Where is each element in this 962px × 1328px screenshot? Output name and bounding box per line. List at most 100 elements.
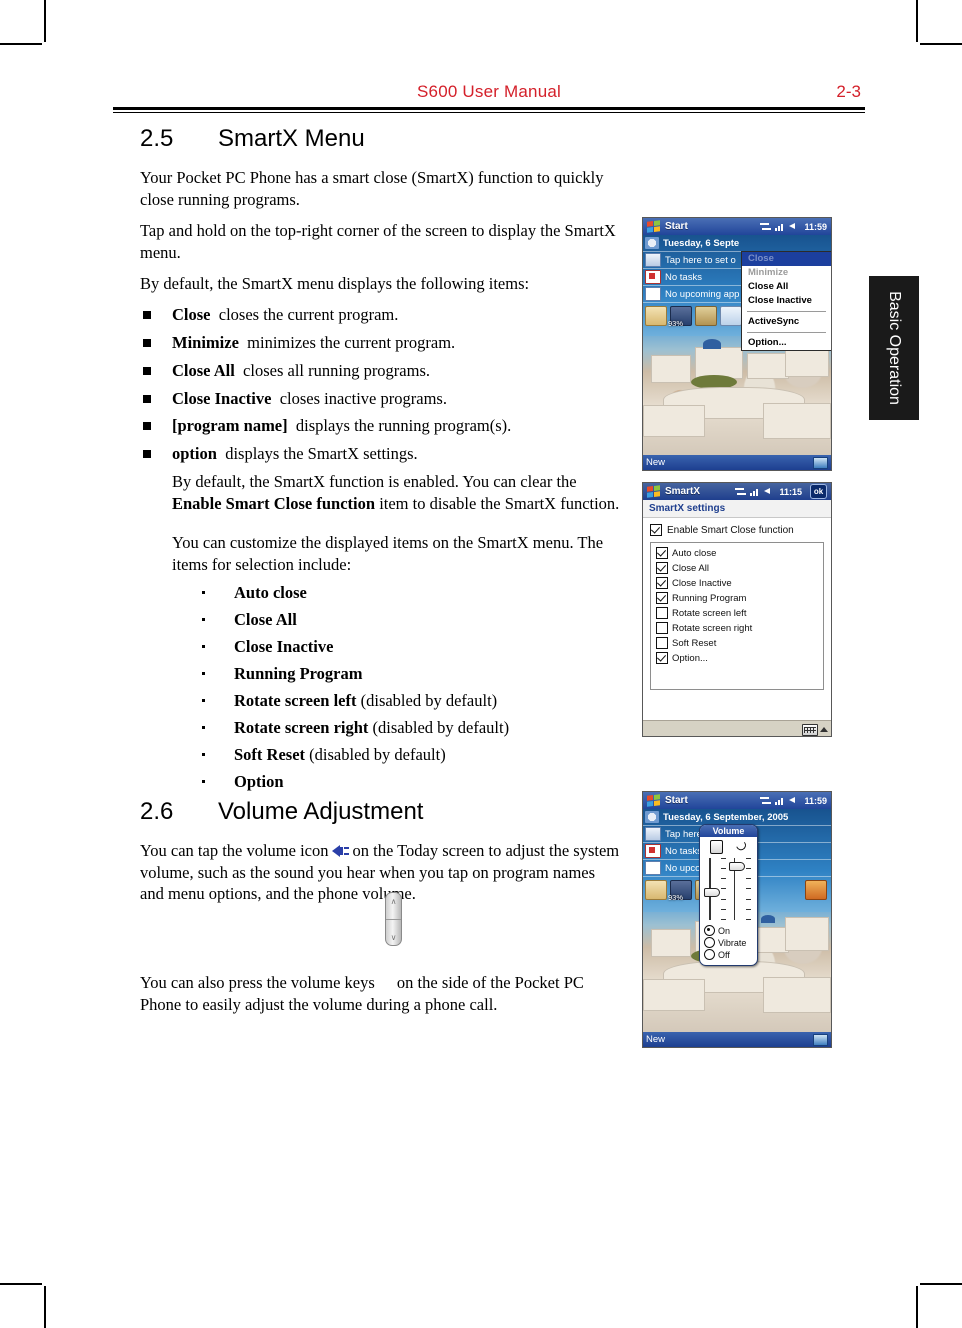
device-volume-slider[interactable] — [704, 856, 727, 922]
checkbox-icon[interactable] — [656, 547, 668, 559]
smartx-context-menu: Close Minimize Close All Close Inactive … — [741, 251, 831, 351]
list-item-desc: displays the running program(s). — [295, 416, 512, 436]
option-label: Close All — [672, 562, 709, 574]
radio-button-icon[interactable] — [704, 949, 715, 960]
start-button[interactable] — [643, 792, 663, 809]
option-label: Running Program — [672, 592, 747, 604]
section-2-6-paragraph-1: You can tap the volume icon on the Today … — [140, 840, 620, 906]
start-button[interactable] — [643, 218, 663, 235]
radio-row-vibrate[interactable]: Vibrate — [704, 937, 753, 948]
windows-flag-icon — [646, 220, 660, 233]
checkbox-icon[interactable] — [650, 524, 662, 536]
keyboard-icon[interactable] — [802, 723, 818, 736]
radio-label: On — [718, 925, 731, 936]
connectivity-icon[interactable] — [760, 222, 772, 231]
phone-volume-slider[interactable] — [728, 856, 752, 922]
phone-volume-icon — [736, 840, 747, 852]
speaker-icon[interactable] — [789, 796, 800, 805]
selection-item-term: Running Program — [234, 663, 363, 683]
checkbox-icon[interactable] — [656, 622, 668, 634]
launcher-icon-files[interactable] — [695, 306, 717, 326]
wallpaper-building — [651, 929, 691, 957]
slider-thumb[interactable] — [728, 862, 745, 871]
list-item: [program name] displays the running prog… — [140, 415, 620, 437]
option-row-auto-close[interactable]: Auto close — [656, 547, 818, 559]
checkbox-icon[interactable] — [656, 637, 668, 649]
today-row-text: No tasks — [665, 845, 702, 857]
status-icons: 11:59 — [760, 796, 831, 806]
today-screen: Tuesday, 6 Septe Tap here to set o No ta… — [643, 235, 831, 455]
menu-item-close[interactable]: Close — [742, 252, 831, 266]
dot-bullet-icon — [202, 644, 205, 648]
option-row-soft-reset[interactable]: Soft Reset — [656, 637, 818, 649]
section-2-6-number: 2.6 — [140, 797, 174, 825]
menu-item-close-inactive[interactable]: Close Inactive — [742, 294, 831, 308]
launcher-icon-camera[interactable] — [805, 880, 827, 900]
list-item-term: Minimize — [172, 332, 239, 352]
ppc-title-bar: Start 11:59 — [643, 218, 831, 235]
new-button[interactable]: New — [646, 457, 665, 468]
clock-time[interactable]: 11:15 — [779, 487, 802, 497]
signal-strength-icon[interactable] — [750, 487, 760, 496]
chevron-up-icon[interactable] — [820, 727, 828, 732]
clock-time[interactable]: 11:59 — [804, 222, 827, 232]
radio-row-off[interactable]: Off — [704, 949, 753, 960]
menu-separator — [747, 311, 826, 312]
input-panel-icon[interactable] — [813, 1033, 828, 1046]
option-row-rotate-screen-right[interactable]: Rotate screen right — [656, 622, 818, 634]
list-item: Soft Reset (disabled by default) — [200, 744, 620, 766]
new-button[interactable]: New — [646, 1034, 665, 1045]
menu-item-minimize[interactable]: Minimize — [742, 266, 831, 280]
selection-item-note: (disabled by default) — [372, 717, 510, 737]
selection-item-term: Rotate screen left — [234, 690, 357, 710]
checkbox-icon[interactable] — [656, 652, 668, 664]
launcher-icon-notes[interactable] — [645, 880, 667, 900]
section-2-5-number: 2.5 — [140, 125, 174, 152]
start-button[interactable] — [643, 483, 663, 500]
radio-button-icon[interactable] — [704, 937, 715, 948]
slider-ticks — [745, 858, 751, 920]
list-item: Option — [200, 771, 620, 793]
speaker-icon[interactable] — [789, 222, 800, 231]
speaker-icon[interactable] — [764, 487, 775, 496]
status-icons: 11:59 — [760, 222, 831, 232]
menu-item-option[interactable]: Option... — [742, 336, 831, 350]
checkbox-icon[interactable] — [656, 607, 668, 619]
crop-mark-bottom-left-vertical — [44, 1286, 46, 1328]
signal-strength-icon[interactable] — [775, 222, 785, 231]
menu-item-close-all[interactable]: Close All — [742, 280, 831, 294]
today-row-text: Tuesday, 6 Septe — [663, 237, 740, 249]
today-row-text: No upcoming app — [665, 288, 740, 300]
today-row-date[interactable]: Tuesday, 6 Septe — [643, 235, 831, 252]
menu-item-activesync[interactable]: ActiveSync — [742, 315, 831, 329]
launcher-icon-notes[interactable] — [645, 306, 667, 326]
wallpaper-dome — [761, 915, 775, 923]
connectivity-icon[interactable] — [760, 796, 772, 805]
signal-strength-icon[interactable] — [775, 796, 785, 805]
section-2-6-paragraph-2: You can also press the volume keys on th… — [140, 972, 620, 1016]
volume-sliders — [704, 856, 753, 922]
wallpaper-building — [763, 403, 831, 439]
radio-row-on[interactable]: On — [704, 925, 753, 936]
owner-info-icon — [645, 253, 661, 267]
option-row-rotate-screen-left[interactable]: Rotate screen left — [656, 607, 818, 619]
checkbox-icon[interactable] — [656, 577, 668, 589]
list-item-term: option — [172, 444, 217, 464]
input-panel-icon[interactable] — [813, 456, 828, 469]
wallpaper-building — [785, 917, 829, 951]
option-row-close-all[interactable]: Close All — [656, 562, 818, 574]
connectivity-icon[interactable] — [735, 487, 747, 496]
option-row-close-inactive[interactable]: Close Inactive — [656, 577, 818, 589]
launcher-icon-sync[interactable] — [720, 306, 742, 326]
option-label: Option... — [672, 652, 708, 664]
checkbox-icon[interactable] — [656, 592, 668, 604]
checkbox-icon[interactable] — [656, 562, 668, 574]
radio-button-icon[interactable] — [704, 925, 715, 936]
enable-smart-close-row[interactable]: Enable Smart Close function — [650, 524, 824, 536]
clock-time[interactable]: 11:59 — [804, 796, 827, 806]
list-item-desc: closes all running programs. — [243, 360, 431, 380]
option-row-option[interactable]: Option... — [656, 652, 818, 664]
ok-button[interactable]: ok — [810, 484, 827, 499]
slider-thumb[interactable] — [704, 888, 721, 897]
option-row-running-program[interactable]: Running Program — [656, 592, 818, 604]
